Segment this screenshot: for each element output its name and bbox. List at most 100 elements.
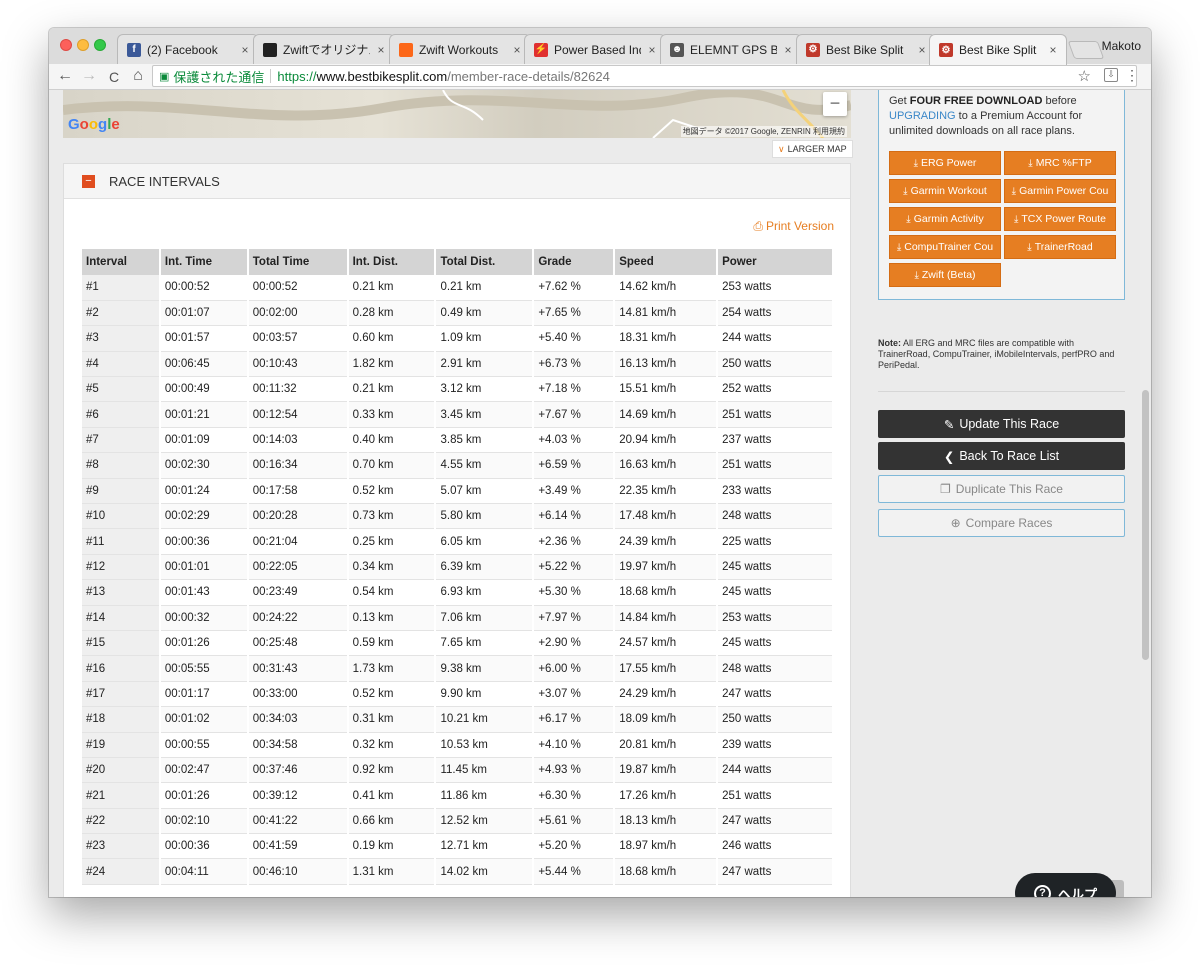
- table-cell: 22.35 km/h: [614, 478, 719, 505]
- close-tab-icon[interactable]: ×: [915, 43, 929, 57]
- address-bar[interactable]: ▣ 保護された通信 https:// www.bestbikesplit.com…: [152, 65, 1137, 87]
- garmin-power-course-button[interactable]: ⤓ Garmin Power Cou: [1004, 179, 1116, 203]
- help-button[interactable]: ? ヘルプ: [1015, 873, 1116, 897]
- table-cell: #7: [82, 427, 161, 454]
- table-cell: 10.21 km: [435, 706, 535, 733]
- browser-tab[interactable]: ⚡ Power Based Indo ×: [524, 34, 666, 64]
- table-cell: 00:02:29: [159, 503, 249, 530]
- garmin-workout-button[interactable]: ⤓ Garmin Workout: [889, 179, 1001, 203]
- browser-tab[interactable]: Zwift Workouts ×: [389, 34, 531, 64]
- home-button[interactable]: ⌂: [128, 67, 148, 85]
- table-cell: 254 watts: [717, 300, 834, 327]
- table-row: #14 00:00:32 00:24:22 0.13 km 7.06 km +7.97 %…: [82, 605, 834, 631]
- table-cell: 18.13 km/h: [614, 808, 719, 835]
- bestbikesplit-icon: ⚙: [806, 42, 820, 57]
- tcx-power-route-button[interactable]: ⤓ TCX Power Route: [1004, 207, 1116, 231]
- profile-name[interactable]: Makoto: [1102, 39, 1141, 53]
- table-row: #22 00:02:10 00:41:22 0.66 km 12.52 km +5.61 …: [82, 808, 834, 835]
- update-race-button[interactable]: ✎ Update This Race: [878, 410, 1125, 438]
- mrc-ftp-button[interactable]: ⤓ MRC %FTP: [1004, 151, 1116, 175]
- bookmark-star-icon[interactable]: ☆: [1078, 67, 1091, 85]
- table-cell: 00:01:21: [159, 401, 249, 428]
- close-window-button[interactable]: [60, 39, 72, 51]
- table-cell: 3.12 km: [435, 376, 535, 403]
- table-cell: 00:02:10: [159, 808, 249, 835]
- extension-icon[interactable]: ⇩: [1104, 68, 1118, 82]
- maximize-window-button[interactable]: [94, 39, 106, 51]
- table-cell: 19.97 km/h: [614, 554, 719, 581]
- duplicate-race-button[interactable]: ❐ Duplicate This Race: [878, 475, 1125, 503]
- zoom-out-button[interactable]: −: [823, 92, 847, 116]
- table-cell: 0.66 km: [347, 808, 437, 835]
- larger-map-button[interactable]: ∨ LARGER MAP: [772, 140, 853, 158]
- printer-icon: ⎙: [753, 219, 763, 233]
- table-cell: 0.13 km: [347, 605, 437, 631]
- table-cell: 245 watts: [717, 554, 834, 581]
- computrainer-course-button[interactable]: ⤓ CompuTrainer Cou: [889, 235, 1001, 259]
- erg-power-button[interactable]: ⤓ ERG Power: [889, 151, 1001, 175]
- table-cell: +5.20 %: [533, 833, 616, 860]
- note-label: Note:: [878, 338, 901, 348]
- download-button-label: CompuTrainer Cou: [904, 241, 994, 253]
- route-map[interactable]: Google 地図データ ©2017 Google, ZENRIN 利用規約 −: [63, 90, 851, 138]
- table-cell: +5.40 %: [533, 325, 616, 352]
- table-cell: 251 watts: [717, 401, 834, 428]
- table-cell: 7.65 km: [435, 630, 535, 657]
- table-cell: 00:02:30: [159, 452, 249, 479]
- trainerroad-button[interactable]: ⤓ TrainerRoad: [1004, 235, 1116, 259]
- browser-tab[interactable]: ⚙ Best Bike Split ×: [796, 34, 936, 64]
- table-cell: 16.13 km/h: [614, 351, 719, 378]
- tab-title: (2) Facebook: [147, 42, 218, 57]
- table-cell: 17.26 km/h: [614, 782, 719, 809]
- close-tab-icon[interactable]: ×: [374, 43, 388, 57]
- table-cell: #20: [82, 757, 161, 784]
- download-icon: ⤓: [1011, 185, 1017, 197]
- table-cell: +2.90 %: [533, 630, 616, 657]
- minimize-window-button[interactable]: [77, 39, 89, 51]
- compare-races-button[interactable]: ⊕ Compare Races: [878, 509, 1125, 537]
- download-icon: ⤓: [1027, 241, 1032, 253]
- table-cell: 248 watts: [717, 503, 834, 530]
- browser-tab[interactable]: Zwiftでオリジナル ×: [253, 34, 395, 64]
- page-content: Google 地図データ ©2017 Google, ZENRIN 利用規約 −…: [49, 90, 1151, 897]
- map-attribution[interactable]: 地図データ ©2017 Google, ZENRIN 利用規約: [680, 126, 847, 137]
- zwift-beta-button[interactable]: ⤓ Zwift (Beta): [889, 263, 1001, 287]
- download-promo-text: Get FOUR FREE DOWNLOAD before UPGRADING …: [889, 94, 1109, 139]
- reload-button[interactable]: C: [104, 69, 124, 85]
- table-cell: #9: [82, 478, 161, 505]
- close-tab-icon[interactable]: ×: [510, 43, 524, 57]
- table-row: #6 00:01:21 00:12:54 0.33 km 3.45 km +7.67 % 1…: [82, 401, 834, 428]
- back-to-race-list-button[interactable]: ❮ Back To Race List: [878, 442, 1125, 470]
- download-icon: ⤓: [914, 269, 919, 281]
- table-cell: 5.07 km: [435, 478, 535, 505]
- table-cell: 00:41:22: [247, 808, 349, 835]
- browser-tab[interactable]: ⚙ Best Bike Split ×: [929, 34, 1067, 65]
- close-tab-icon[interactable]: ×: [1046, 43, 1060, 57]
- download-icon: ⤓: [906, 213, 911, 225]
- table-cell: 239 watts: [717, 732, 834, 758]
- table-cell: 0.28 km: [347, 300, 437, 327]
- page-scrollbar[interactable]: [1140, 90, 1151, 897]
- browser-tab[interactable]: f (2) Facebook ×: [117, 34, 259, 64]
- address-separator: [270, 69, 272, 83]
- browser-menu-icon[interactable]: ⋮: [1125, 67, 1139, 84]
- table-cell: 00:00:52: [247, 275, 349, 301]
- forward-button[interactable]: →: [79, 67, 99, 85]
- table-cell: 10.53 km: [435, 732, 535, 758]
- table-cell: +4.10 %: [533, 732, 616, 758]
- panel-header[interactable]: − RACE INTERVALS: [64, 164, 850, 199]
- close-tab-icon[interactable]: ×: [238, 43, 252, 57]
- column-header: Interval: [82, 249, 161, 275]
- chevron-left-icon: ❮: [943, 449, 955, 464]
- new-tab-button[interactable]: [1067, 41, 1105, 59]
- browser-tab[interactable]: ☻ ELEMNT GPS Bik ×: [660, 34, 802, 64]
- scrollbar-thumb[interactable]: [1142, 390, 1149, 660]
- print-version-link[interactable]: ⎙ Print Version: [753, 219, 834, 234]
- collapse-icon[interactable]: −: [82, 174, 95, 188]
- close-tab-icon[interactable]: ×: [781, 43, 795, 57]
- close-tab-icon[interactable]: ×: [645, 43, 659, 57]
- back-button[interactable]: ←: [55, 67, 75, 85]
- upgrading-link[interactable]: UPGRADING: [889, 110, 956, 122]
- garmin-activity-button[interactable]: ⤓ Garmin Activity: [889, 207, 1001, 231]
- column-header: Int. Time: [159, 249, 249, 275]
